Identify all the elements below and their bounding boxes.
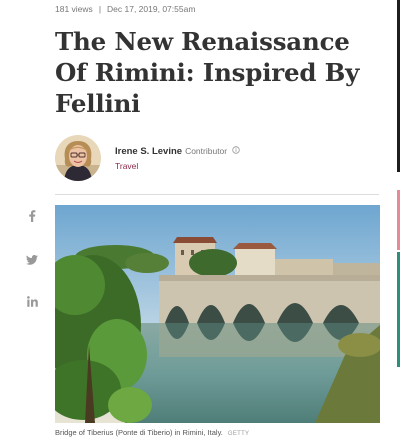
article-title: The New Renaissance Of Rimini: Inspired … [55, 27, 360, 118]
author-name[interactable]: Irene S. Levine [115, 146, 182, 157]
meta-separator: | [98, 4, 102, 14]
twitter-share-button[interactable] [24, 252, 40, 268]
view-count: 181 views [55, 4, 93, 14]
caption-text: Bridge of Tiberius (Ponte di Tiberio) in… [55, 428, 223, 437]
image-caption: Bridge of Tiberius (Ponte di Tiberio) in… [55, 428, 249, 437]
author-role: Contributor [185, 146, 228, 157]
article-meta: 181 views | Dec 17, 2019, 07:55am [55, 4, 195, 14]
hero-image[interactable] [55, 205, 380, 423]
twitter-icon [26, 255, 38, 265]
article-page: 181 views | Dec 17, 2019, 07:55am The New … [0, 0, 400, 442]
divider [55, 194, 379, 195]
facebook-icon [29, 210, 36, 222]
section-link-travel[interactable]: Travel [115, 161, 138, 171]
author-avatar[interactable] [55, 135, 101, 181]
publish-date: Dec 17, 2019, 07:55am [107, 4, 196, 14]
facebook-share-button[interactable] [24, 208, 40, 224]
info-icon[interactable] [232, 146, 240, 157]
author-line: Irene S. Levine Contributor [115, 146, 240, 157]
photo-credit: GETTY [227, 431, 250, 437]
linkedin-icon [26, 295, 38, 307]
linkedin-share-button[interactable] [24, 293, 40, 309]
